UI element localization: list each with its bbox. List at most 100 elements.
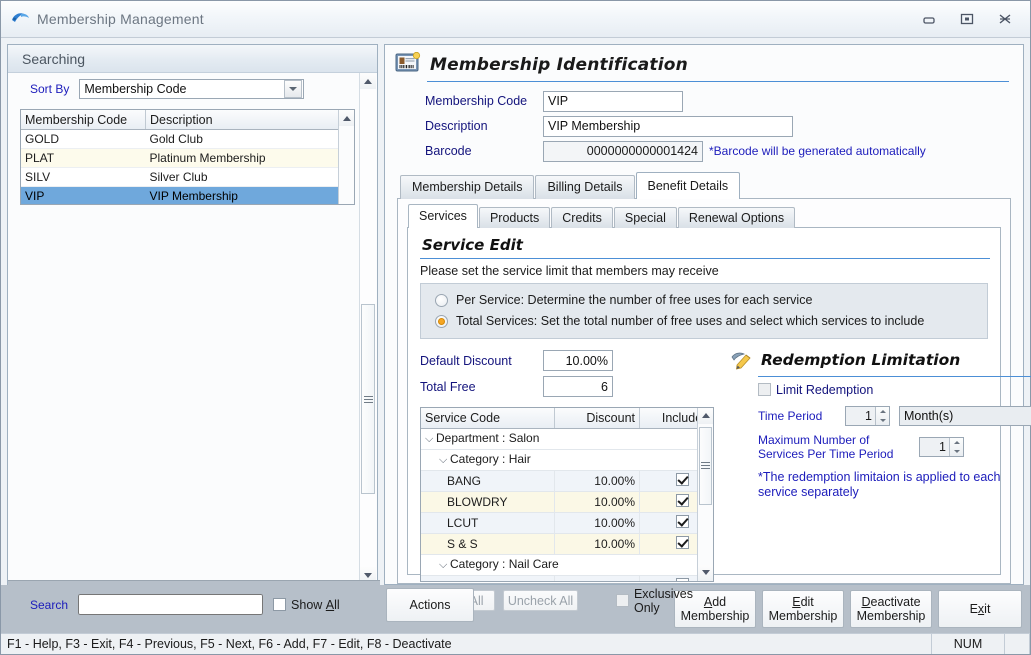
tab-billing-details[interactable]: Billing Details [535,174,635,199]
barcode-note: *Barcode will be generated automatically [709,144,926,159]
stepper-down-icon[interactable] [876,416,889,425]
default-discount-input[interactable]: 10.00% [543,350,613,372]
services-pane: Service Edit Please set the service limi… [407,226,1031,615]
show-all-label: Show All [291,597,340,612]
table-header-row: Membership Code Description [21,110,354,130]
redemption-body: Limit Redemption Time Period 1 Month(s) … [730,383,1031,500]
exclusives-only-checkbox[interactable]: Exclusives Only [615,587,718,615]
checkbox-icon[interactable] [758,383,771,397]
redemption-note: *The redemption limitaion is applied to … [758,469,1001,499]
tab-benefit-details[interactable]: Benefit Details [635,171,741,199]
id-card-icon [395,51,421,77]
cell-discount: 10.00% [554,470,640,492]
chevron-down-icon[interactable]: ⌵ [439,559,450,572]
tab-products[interactable]: Products [478,206,551,228]
total-free-input[interactable]: 6 [543,376,613,398]
checkbox-icon[interactable] [273,598,287,611]
stepper-down-icon[interactable] [950,447,963,456]
stepper-arrows[interactable] [949,437,963,456]
services-columns: Default Discount 10.00% Total Free 6 Ser… [418,348,1031,615]
checkbox-icon[interactable] [615,594,629,608]
stepper-arrows[interactable] [875,406,889,425]
scrollbar-thumb[interactable] [699,426,712,505]
scrollbar-track[interactable] [360,89,376,567]
stepper-up-icon[interactable] [876,407,889,416]
table-row-selected[interactable]: VIP VIP Membership [21,186,354,204]
cell-service-code: BANG [421,470,555,492]
tab-credits[interactable]: Credits [551,206,613,228]
redemption-title: Redemption Limitation [761,351,961,370]
search-bar: Search Show All [8,580,380,628]
scrollbar-thumb[interactable] [361,304,375,494]
cell-service-code: LCUT [421,512,555,534]
tab-renewal-options[interactable]: Renewal Options [677,206,796,228]
option-total-services[interactable]: Total Services: Set the total number of … [435,311,987,332]
search-label: Search [30,597,69,612]
column-header-code[interactable]: Membership Code [21,110,146,130]
chevron-down-icon[interactable]: ⌵ [425,433,436,446]
chevron-down-icon[interactable] [284,80,303,98]
table-row[interactable]: GOLD Gold Club [21,129,354,149]
grid-column-discount[interactable]: Discount [554,407,640,429]
description-input[interactable]: VIP Membership [543,115,793,137]
tab-membership-details[interactable]: Membership Details [400,174,535,199]
search-input[interactable] [78,594,264,615]
close-icon[interactable] [986,4,1024,34]
app-logo-icon [9,9,31,29]
stepper-up-icon[interactable] [950,438,963,447]
uncheck-all-button[interactable]: Uncheck All [502,590,578,612]
include-checkbox[interactable] [675,514,689,528]
time-period-unit-select[interactable]: Month(s) [899,405,1031,426]
sort-by-select[interactable]: Membership Code [79,79,305,99]
grid-group-row-category[interactable]: ⌵ Category : Nail Care [421,554,713,576]
description-row: Description VIP Membership [385,114,1023,139]
include-checkbox[interactable] [675,472,689,486]
searching-panel: Searching Sort By Membership Code Member… [7,44,378,585]
grid-row-service[interactable]: BLOWDRY 10.00% [421,491,713,513]
include-checkbox[interactable] [675,493,689,507]
time-period-stepper[interactable]: 1 [845,405,890,426]
membership-list[interactable]: Membership Code Description GOLD Gold Cl… [20,109,355,205]
limit-redemption-checkbox[interactable]: Limit Redemption [758,383,1031,397]
option-total-services-label: Total Services: Set the total number of … [456,314,925,329]
scroll-up-icon[interactable] [360,73,376,89]
scroll-up-icon[interactable] [339,110,354,126]
grid-row-service[interactable]: S & S 10.00% [421,533,713,555]
identification-form: Membership Code VIP Description VIP Memb… [385,82,1023,164]
cell-code: VIP [21,186,146,204]
max-services-stepper[interactable]: 1 [919,436,964,457]
radio-per-service-icon[interactable] [435,293,448,307]
grid-scrollbar[interactable] [697,407,713,581]
include-checkbox[interactable] [675,535,689,549]
grid-group-row-department[interactable]: ⌵ Department : Salon [421,428,713,450]
service-grid-table: Service Code Discount Include ⌵ Departme… [421,407,713,581]
table-row[interactable]: SILV Silver Club [21,167,354,187]
list-scrollbar[interactable] [338,110,354,204]
tab-special[interactable]: Special [613,206,677,228]
column-header-description[interactable]: Description [145,110,354,130]
table-row[interactable]: PLAT Platinum Membership [21,148,354,168]
restore-icon[interactable] [948,4,986,34]
show-all-checkbox[interactable]: Show All [273,598,340,612]
scroll-up-icon[interactable] [698,407,713,424]
grid-column-service-code[interactable]: Service Code [421,407,555,429]
barcode-label: Barcode [425,144,472,159]
include-checkbox[interactable] [675,577,689,581]
grid-row-service[interactable]: LCUT 10.00% [421,512,713,534]
chevron-down-icon[interactable]: ⌵ [439,454,450,467]
cell-service-code: MANI [421,575,555,581]
membership-code-input[interactable]: VIP [543,90,683,112]
grid-group-row-category[interactable]: ⌵ Category : Hair [421,449,713,471]
tab-services[interactable]: Services [408,203,478,228]
radio-total-services-icon[interactable] [435,314,448,328]
option-per-service[interactable]: Per Service: Determine the number of fre… [435,290,987,311]
service-grid[interactable]: Service Code Discount Include ⌵ Departme… [420,406,714,582]
grid-row-service[interactable]: BANG 10.00% [421,470,713,492]
minimize-icon[interactable] [910,4,948,34]
cell-discount: 10.00% [554,533,640,555]
scrollbar-track[interactable] [698,424,713,565]
grid-row-service[interactable]: MANI 10.00% [421,575,713,581]
left-panel-scrollbar[interactable] [359,73,376,583]
actions-button[interactable]: Actions [386,588,474,622]
scroll-down-icon[interactable] [698,564,713,581]
